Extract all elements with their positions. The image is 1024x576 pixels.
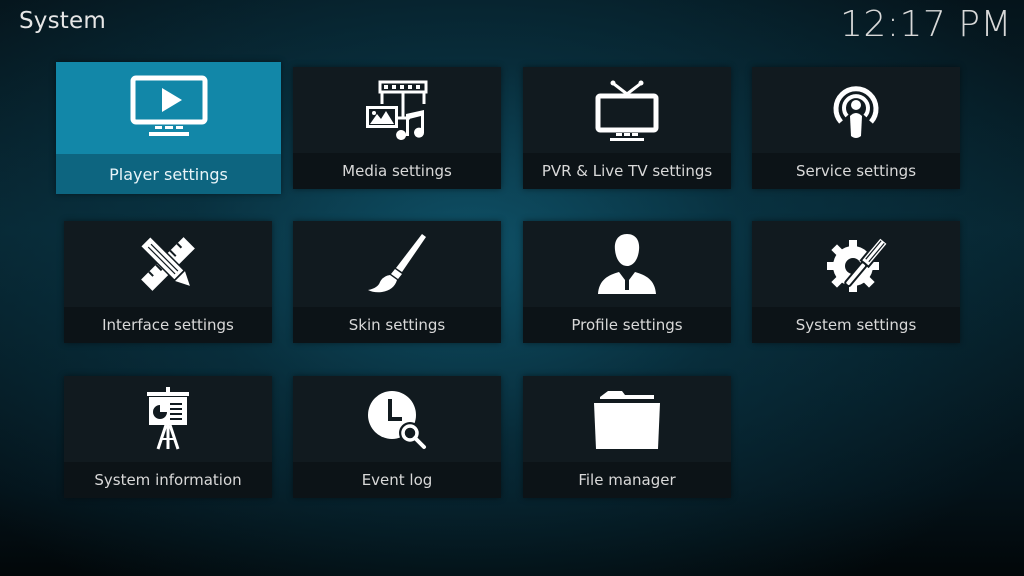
- folder-icon: [594, 391, 660, 449]
- tile-label: Skin settings: [348, 316, 446, 334]
- tile-label: Interface settings: [102, 316, 234, 334]
- tile-interface-settings[interactable]: Interface settings: [64, 221, 272, 343]
- user-profile-icon: [598, 234, 656, 294]
- tile-skin-settings[interactable]: Skin settings: [293, 221, 501, 343]
- tile-service-settings[interactable]: Service settings: [752, 67, 960, 189]
- podcast-broadcast-icon: [833, 86, 879, 138]
- tile-label: Service settings: [795, 162, 917, 180]
- pencil-ruler-icon: [139, 235, 195, 291]
- tile-label: PVR & Live TV settings: [541, 162, 713, 180]
- tile-event-log[interactable]: Event log: [293, 376, 501, 498]
- clock-search-icon: [368, 391, 426, 449]
- tile-label: Profile settings: [571, 316, 683, 334]
- tile-profile-settings[interactable]: Profile settings: [523, 221, 731, 343]
- page-title: System: [19, 8, 106, 34]
- tv-play-icon: [130, 75, 207, 136]
- presentation-board-icon: [147, 387, 189, 450]
- tile-system-settings[interactable]: System settings: [752, 221, 960, 343]
- tile-label: File manager: [578, 471, 676, 489]
- gear-wrench-icon: [827, 235, 890, 292]
- tv-antenna-icon: [595, 80, 659, 141]
- tile-label: System information: [94, 471, 242, 489]
- clock: 12:17 PM: [840, 4, 1012, 45]
- paintbrush-icon: [368, 234, 426, 293]
- tile-pvr-live-tv-settings[interactable]: PVR & Live TV settings: [523, 67, 731, 189]
- tile-system-information[interactable]: System information: [64, 376, 272, 498]
- tile-file-manager[interactable]: File manager: [523, 376, 731, 498]
- media-icon: [366, 80, 428, 140]
- tile-media-settings[interactable]: Media settings: [293, 67, 501, 189]
- tile-label: Player settings: [109, 164, 228, 184]
- tile-player-settings[interactable]: Player settings: [56, 62, 281, 194]
- tile-label: System settings: [795, 316, 917, 334]
- tile-label: Media settings: [342, 162, 452, 180]
- tile-label: Event log: [361, 471, 433, 489]
